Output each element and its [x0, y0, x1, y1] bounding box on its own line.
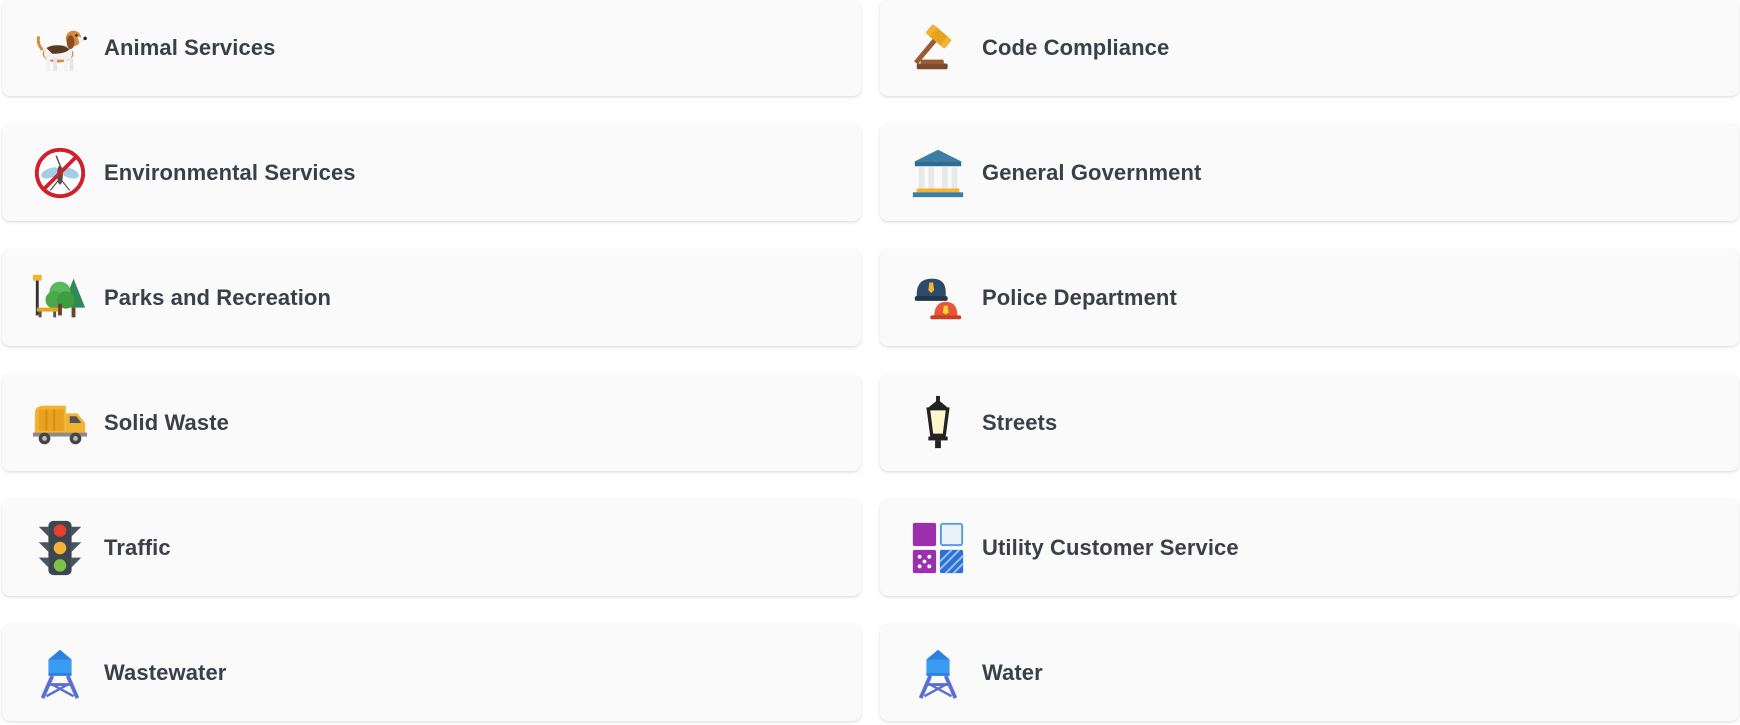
traffic-light-icon	[30, 518, 90, 578]
service-card-police-department[interactable]: Police Department	[880, 249, 1739, 346]
service-card-water[interactable]: Water	[880, 624, 1739, 721]
police-fire-helmet-icon	[908, 268, 968, 328]
service-label: Code Compliance	[982, 34, 1170, 60]
service-card-general-government[interactable]: General Government	[880, 124, 1739, 221]
service-label: Parks and Recreation	[104, 284, 331, 310]
street-lamp-icon	[908, 393, 968, 453]
service-card-utility-customer-service[interactable]: Utility Customer Service	[880, 499, 1739, 596]
gavel-icon	[908, 18, 968, 78]
services-grid: Animal Services Code Compliance Environm…	[0, 0, 1740, 724]
service-label: Water	[982, 659, 1043, 685]
water-tower-icon	[908, 643, 968, 703]
no-mosquito-icon	[30, 143, 90, 203]
park-icon	[30, 268, 90, 328]
service-label: Police Department	[982, 284, 1177, 310]
service-card-animal-services[interactable]: Animal Services	[2, 0, 861, 96]
service-card-streets[interactable]: Streets	[880, 374, 1739, 471]
service-card-traffic[interactable]: Traffic	[2, 499, 861, 596]
service-label: Utility Customer Service	[982, 534, 1239, 560]
garbage-truck-icon	[30, 393, 90, 453]
service-card-code-compliance[interactable]: Code Compliance	[880, 0, 1739, 96]
service-card-wastewater[interactable]: Wastewater	[2, 624, 861, 721]
service-label: Traffic	[104, 534, 171, 560]
service-label: Wastewater	[104, 659, 227, 685]
service-label: Animal Services	[104, 34, 276, 60]
service-card-solid-waste[interactable]: Solid Waste	[2, 374, 861, 471]
service-label: Streets	[982, 409, 1058, 435]
service-card-environmental-services[interactable]: Environmental Services	[2, 124, 861, 221]
service-label: Environmental Services	[104, 159, 356, 185]
service-label: Solid Waste	[104, 409, 229, 435]
water-tower-icon	[30, 643, 90, 703]
service-label: General Government	[982, 159, 1202, 185]
service-card-parks-and-recreation[interactable]: Parks and Recreation	[2, 249, 861, 346]
government-building-icon	[908, 143, 968, 203]
utility-tiles-icon	[908, 518, 968, 578]
dog-icon	[30, 18, 90, 78]
